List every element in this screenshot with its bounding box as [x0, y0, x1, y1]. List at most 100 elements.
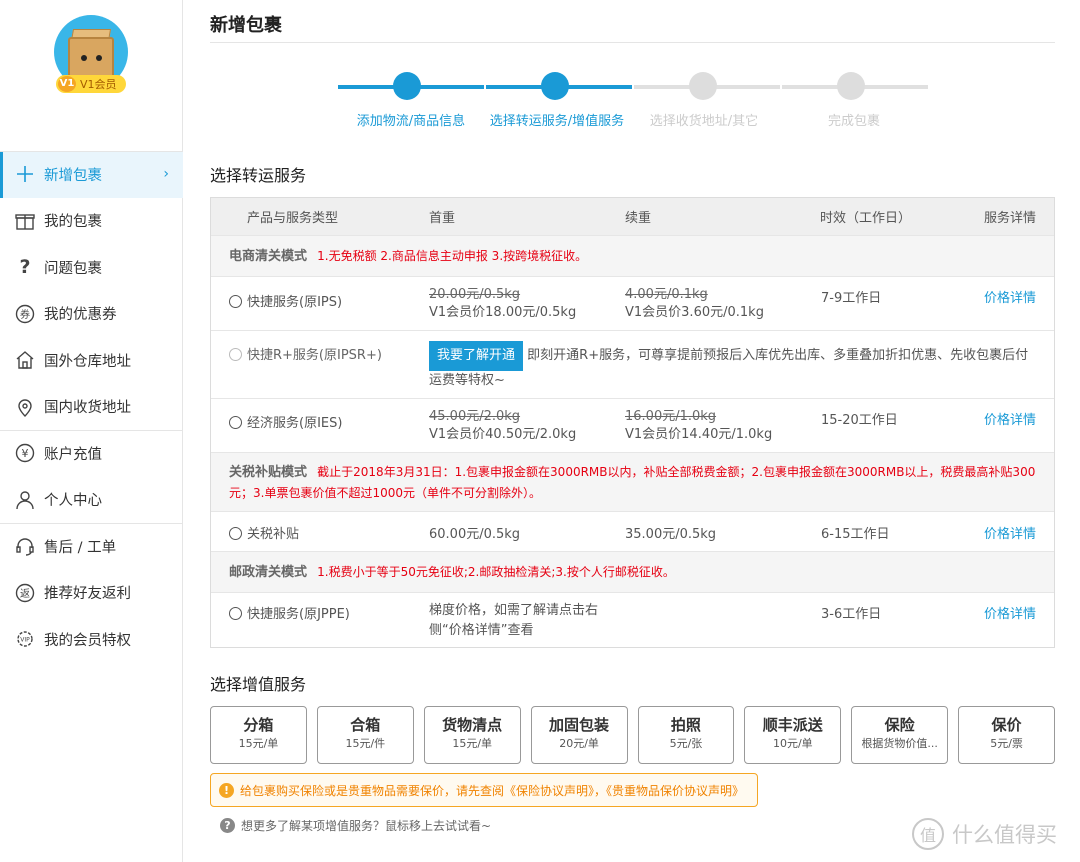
- nav-divider: [0, 151, 183, 152]
- sidebar-item-label: 我的会员特权: [44, 632, 131, 649]
- progress-steps: 添加物流/商品信息 选择转运服务/增值服务 选择收货地址/其它 完成包裹: [338, 70, 930, 130]
- price-detail-link[interactable]: 价格详情: [984, 603, 1036, 622]
- service-name: 保价: [991, 716, 1022, 734]
- step-label-2: 选择转运服务/增值服务: [489, 114, 625, 129]
- service-option[interactable]: 快捷服务(原JPPE): [229, 603, 350, 622]
- svg-text:返: 返: [20, 588, 30, 600]
- avatar[interactable]: V1 V1会员: [54, 15, 128, 95]
- radio-button-disabled: [229, 348, 242, 361]
- service-option[interactable]: 快捷服务(原IPS): [229, 291, 342, 310]
- headset-icon: [14, 535, 36, 557]
- question-circle-icon: ?: [220, 818, 235, 833]
- value-service-merge-box[interactable]: 合箱 15元/件: [316, 706, 414, 764]
- service-name: 快捷R+服务(原IPSR+): [247, 348, 382, 363]
- sidebar-item-domestic-address[interactable]: 国内收货地址: [0, 384, 183, 431]
- sidebar-item-coupons[interactable]: 券 我的优惠券: [0, 291, 183, 338]
- vip-price: V1会员价40.50元/2.0kg: [429, 427, 577, 442]
- service-name: 关税补贴: [247, 527, 300, 542]
- value-service-split-box[interactable]: 分箱 15元/单: [210, 706, 307, 764]
- header-next-weight: 续重: [625, 211, 652, 226]
- service-option: 快捷R+服务(原IPSR+): [229, 344, 382, 363]
- service-name: 快捷服务(原IPS): [247, 295, 343, 310]
- step-label-4: 完成包裹: [827, 114, 881, 129]
- coupon-icon: 券: [14, 303, 36, 325]
- vip-price: V1会员价18.00元/0.5kg: [429, 305, 577, 320]
- delivery-time: 6-15工作日: [821, 527, 890, 542]
- header-delivery-time: 时效（工作日）: [820, 211, 912, 226]
- value-service-reinforce-packing[interactable]: 加固包装 20元/单: [530, 706, 628, 764]
- price-detail-link[interactable]: 价格详情: [984, 523, 1036, 542]
- vip-price: V1会员价3.60元/0.1kg: [625, 305, 764, 320]
- next-weight-price: 35.00元/0.5kg: [625, 527, 717, 542]
- insurance-notice: ! 给包裹购买保险或是贵重物品需要保价，请先查阅《保险协议声明》，《贵重物品保价…: [210, 773, 758, 807]
- table-row[interactable]: 经济服务(原IES) 45.00元/2.0kg V1会员价40.50元/2.0k…: [211, 398, 1054, 452]
- service-price: 5元/票: [990, 737, 1023, 750]
- page-title: 新增包裹: [210, 15, 282, 36]
- sidebar-item-label: 售后 / 工单: [44, 539, 117, 556]
- sidebar-item-problem-packages[interactable]: ? 问题包裹: [0, 244, 183, 291]
- sidebar-item-label: 账户充值: [44, 446, 102, 463]
- box-mascot-graphic: [68, 37, 114, 79]
- sidebar-item-my-packages[interactable]: 我的包裹: [0, 198, 183, 245]
- mode-desc: 1.无免税额 2.商品信息主动申报 3.按跨境税征收。: [317, 249, 588, 263]
- header-first-weight: 首重: [429, 211, 456, 226]
- service-option[interactable]: 经济服务(原IES): [229, 412, 342, 431]
- step-dot-4: [837, 72, 865, 100]
- value-service-hint: ? 想更多了解某项增值服务？鼠标移上去试试看~: [220, 817, 491, 834]
- value-service-sf-delivery[interactable]: 顺丰派送 10元/单: [744, 706, 842, 764]
- service-name: 合箱: [350, 716, 381, 734]
- sidebar-item-profile[interactable]: 个人中心: [0, 477, 183, 524]
- table-row[interactable]: 快捷服务(原JPPE) 梯度价格，如需了解请点击右侧“价格详情”查看 3-6工作…: [211, 592, 1054, 647]
- sidebar-item-vip-privileges[interactable]: VIP 我的会员特权: [0, 616, 183, 663]
- table-row[interactable]: 快捷服务(原IPS) 20.00元/0.5kg V1会员价18.00元/0.5k…: [211, 276, 1054, 330]
- price-detail-link[interactable]: 价格详情: [984, 409, 1036, 428]
- value-service-inventory-check[interactable]: 货物清点 15元/单: [423, 706, 521, 764]
- gift-icon: [14, 210, 36, 232]
- step-label-3: 选择收货地址/其它: [649, 114, 759, 129]
- step-label-1: 添加物流/商品信息: [356, 114, 466, 129]
- service-option[interactable]: 关税补贴: [229, 523, 299, 542]
- first-weight-price: 45.00元/2.0kg V1会员价40.50元/2.0kg: [429, 408, 576, 444]
- step-dot-3: [689, 72, 717, 100]
- radio-button[interactable]: [229, 607, 242, 620]
- title-divider: [210, 42, 1055, 43]
- table-row[interactable]: 关税补贴 60.00元/0.5kg 35.00元/0.5kg 6-15工作日 价…: [211, 511, 1054, 551]
- learn-open-button[interactable]: 我要了解开通: [429, 341, 524, 371]
- value-service-insurance[interactable]: 保险 根据货物价值...: [851, 706, 949, 764]
- service-price: 15元/单: [238, 737, 279, 750]
- house-icon: [14, 349, 36, 371]
- original-price: 16.00元/1.0kg: [625, 409, 717, 424]
- delivery-time: 3-6工作日: [821, 607, 882, 622]
- header-service-type: 产品与服务类型: [247, 211, 339, 226]
- svg-text:VIP: VIP: [20, 637, 30, 644]
- first-weight-price: 60.00元/0.5kg: [429, 527, 521, 542]
- mode-row-ecommerce: 电商清关模式 1.无免税额 2.商品信息主动申报 3.按跨境税征收。: [211, 235, 1054, 276]
- sidebar-item-overseas-warehouse[interactable]: 国外仓库地址: [0, 337, 183, 384]
- sidebar-item-recharge[interactable]: ¥ 账户充值: [0, 430, 183, 477]
- value-section-title: 选择增值服务: [210, 675, 307, 694]
- original-price: 20.00元/0.5kg: [429, 287, 521, 302]
- vip-badge: V1 V1会员: [56, 75, 126, 93]
- radio-button[interactable]: [229, 295, 242, 308]
- sidebar-item-after-sales[interactable]: 售后 / 工单: [0, 523, 183, 570]
- delivery-time: 15-20工作日: [821, 413, 898, 428]
- sidebar-item-label: 我的优惠券: [44, 307, 117, 324]
- vip-price: V1会员价14.40元/1.0kg: [625, 427, 773, 442]
- radio-button[interactable]: [229, 416, 242, 429]
- sidebar-nav: 新增包裹 › 我的包裹 ? 问题包裹 券 我的优惠券 国外仓库地址 国内收货地址…: [0, 151, 183, 663]
- value-services: 分箱 15元/单 合箱 15元/件 货物清点 15元/单 加固包装 20元/单 …: [210, 706, 1055, 764]
- radio-button[interactable]: [229, 527, 242, 540]
- mode-desc: 1.税费小于等于50元免征收;2.邮政抽检清关;3.按个人行邮税征收。: [317, 565, 675, 579]
- value-service-declared-value[interactable]: 保价 5元/票: [958, 706, 1055, 764]
- service-name: 分箱: [243, 716, 274, 734]
- transfer-section-title: 选择转运服务: [210, 166, 307, 185]
- question-icon: ?: [19, 256, 31, 279]
- service-price: 20元/单: [559, 737, 599, 750]
- price-detail-link[interactable]: 价格详情: [984, 287, 1036, 306]
- sidebar-item-new-package[interactable]: 新增包裹 ›: [0, 151, 183, 198]
- notice-text[interactable]: 给包裹购买保险或是贵重物品需要保价，请先查阅《保险协议声明》，《贵重物品保价协议…: [240, 782, 744, 799]
- value-service-photo[interactable]: 拍照 5元/张: [637, 706, 735, 764]
- original-price: 4.00元/0.1kg: [625, 287, 708, 302]
- sidebar-item-referral[interactable]: 返 推荐好友返利: [0, 570, 183, 617]
- mode-name: 电商清关模式: [229, 249, 308, 264]
